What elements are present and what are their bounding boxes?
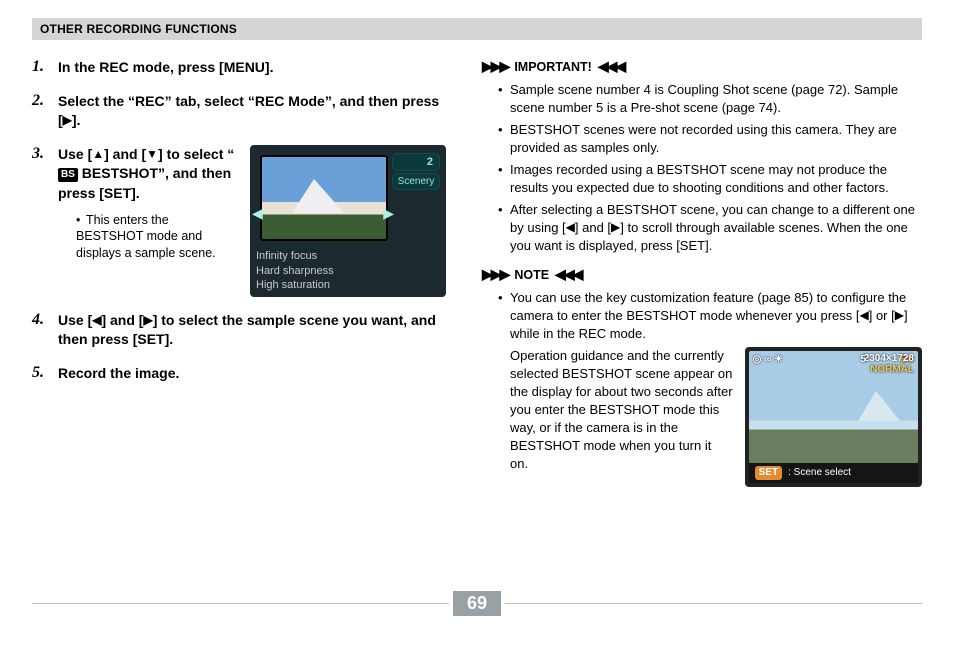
ornament-left-icon: ▶▶▶ (482, 58, 508, 75)
step-number: 1. (32, 58, 50, 76)
ornament-right-icon: ◀◀◀ (598, 58, 624, 75)
scroll-left-icon: ◀ (252, 205, 263, 222)
step-title: Use [▲] and [▼] to select “ BS BESTSHOT”,… (58, 145, 238, 204)
right-column: ▶▶▶ IMPORTANT! ◀◀◀ Sample scene number 4… (482, 58, 922, 499)
step-title: In the REC mode, press [MENU]. (58, 58, 273, 78)
step-4: 4. Use [◀] and [▶] to select the sample … (32, 311, 446, 350)
attr-line: Hard sharpness (256, 264, 440, 279)
text: ] and [ (575, 220, 611, 235)
content-columns: 1. In the REC mode, press [MENU]. 2. Sel… (32, 58, 922, 499)
step-title: Record the image. (58, 364, 179, 384)
step-title: Select the “REC” tab, select “REC Mode”,… (58, 92, 446, 131)
lcd-resolution: 2304×1728 NORMAL (864, 353, 914, 375)
step-2: 2. Select the “REC” tab, select “REC Mod… (32, 92, 446, 131)
scene-name: Scenery (392, 173, 440, 190)
sample-scene-thumbnail (260, 155, 388, 241)
left-arrow-icon: ◀ (92, 312, 101, 329)
step-5: 5. Record the image. (32, 364, 446, 384)
bestshot-lcd-figure: ◀ ▶ 2 Scenery Infinity focus Hard sharpn… (250, 145, 446, 297)
footer-rule-right (505, 603, 922, 604)
bullet-item: Images recorded using a BESTSHOT scene m… (498, 161, 922, 197)
text: BESTSHOT”, and then press [SET]. (58, 165, 231, 201)
text: Use [ (58, 312, 92, 328)
left-arrow-icon: ◀ (859, 307, 868, 324)
important-heading: ▶▶▶ IMPORTANT! ◀◀◀ (482, 58, 922, 75)
important-bullets: Sample scene number 4 is Coupling Shot s… (498, 81, 922, 254)
bullet-item: You can use the key customization featur… (498, 289, 922, 487)
left-column: 1. In the REC mode, press [MENU]. 2. Sel… (32, 58, 446, 499)
step-3: 3. Use [▲] and [▼] to select “ BS BESTSHO… (32, 145, 446, 297)
section-header: OTHER RECORDING FUNCTIONS (32, 18, 922, 40)
step-title: Use [◀] and [▶] to select the sample sce… (58, 311, 446, 350)
text: ] to select “ (158, 146, 234, 162)
text: You can use the key customization featur… (510, 290, 906, 323)
bs-badge-icon: BS (58, 168, 78, 182)
text: This enters the BESTSHOT mode and displa… (76, 213, 216, 261)
scene-number: 2 (392, 153, 440, 171)
text: BESTSHOT scenes were not recorded using … (510, 122, 897, 155)
ornament-left-icon: ▶▶▶ (482, 266, 508, 283)
bestshot-display-figure: ◎ ∞ ☀ BS 2304×1728 NORMAL 5 SET : Scene … (745, 347, 922, 487)
attr-line: Infinity focus (256, 249, 440, 264)
lcd-sidebar: 2 Scenery (392, 153, 440, 190)
right-arrow-icon: ▶ (895, 307, 904, 324)
ornament-right-icon: ◀◀◀ (555, 266, 581, 283)
resolution-value: 2304×1728 (864, 353, 914, 364)
bullet-dot: • (76, 212, 86, 229)
step-sub-bullet: •This enters the BESTSHOT mode and displ… (76, 212, 238, 263)
step-number: 5. (32, 364, 50, 382)
text: You can use the key customization featur… (510, 289, 922, 343)
frames-remaining: 5 (860, 353, 866, 367)
left-arrow-icon: ◀ (566, 219, 575, 236)
bullet-item: Sample scene number 4 is Coupling Shot s… (498, 81, 922, 117)
step-number: 4. (32, 311, 50, 329)
manual-page: OTHER RECORDING FUNCTIONS 1. In the REC … (0, 0, 954, 646)
right-arrow-icon: ▶ (611, 219, 620, 236)
note-bullets: You can use the key customization featur… (498, 289, 922, 487)
text: ]. (72, 112, 81, 128)
page-number: 69 (453, 591, 501, 616)
bullet-item: After selecting a BESTSHOT scene, you ca… (498, 201, 922, 255)
text: Sample scene number 4 is Coupling Shot s… (510, 82, 898, 115)
text: ] and [ (101, 312, 143, 328)
text: After selecting a BESTSHOT scene, you ca… (510, 202, 915, 253)
right-arrow-icon: ▶ (63, 112, 72, 129)
right-arrow-icon: ▶ (143, 312, 152, 329)
text: Use [ (58, 146, 92, 162)
up-arrow-icon: ▲ (92, 146, 104, 163)
scroll-right-icon: ▶ (383, 205, 394, 222)
note-heading: ▶▶▶ NOTE ◀◀◀ (482, 266, 922, 283)
guide-text: : Scene select (788, 466, 851, 480)
footer-rule-left (32, 603, 449, 604)
text: Select the “REC” tab, select “REC Mode”,… (58, 93, 439, 129)
page-footer: 69 (32, 591, 922, 616)
scene-attributes: Infinity focus Hard sharpness High satur… (256, 249, 440, 294)
text: ] or [ (869, 308, 895, 323)
text: ] and [ (104, 146, 146, 162)
step-1: 1. In the REC mode, press [MENU]. (32, 58, 446, 78)
down-arrow-icon: ▼ (146, 146, 158, 163)
attr-line: High saturation (256, 278, 440, 293)
lcd-guide-bar: SET : Scene select (749, 463, 918, 483)
mode-icons: ◎ ∞ ☀ (753, 353, 783, 367)
step-number: 2. (32, 92, 50, 110)
quality-value: NORMAL (864, 364, 914, 375)
set-button-icon: SET (755, 466, 782, 480)
bullet-item: BESTSHOT scenes were not recorded using … (498, 121, 922, 157)
heading-label: NOTE (514, 268, 549, 282)
heading-label: IMPORTANT! (514, 60, 592, 74)
note-continuation: Operation guidance and the currently sel… (510, 347, 733, 473)
step-number: 3. (32, 145, 50, 163)
text: Images recorded using a BESTSHOT scene m… (510, 162, 889, 195)
